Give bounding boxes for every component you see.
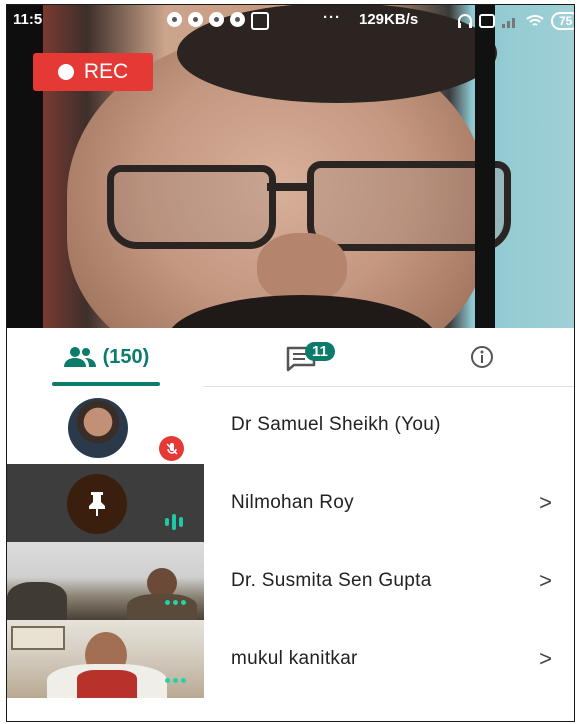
app-window: 11:5 ··· 129KB/s 75 REC (150) 11 Dr Samu…	[6, 4, 575, 722]
tab-people[interactable]: (150)	[52, 328, 160, 386]
app-notification-icon	[251, 12, 269, 30]
battery-icon: 75	[551, 12, 574, 30]
participant-name: Nilmohan Roy	[231, 492, 354, 513]
people-icon	[63, 347, 96, 367]
recording-indicator: REC	[33, 53, 153, 91]
participant-row[interactable]: Dr. Susmita Sen Gupta >	[7, 542, 574, 620]
speaker-nose	[257, 233, 347, 303]
notification-icon	[230, 12, 245, 27]
participant-count: (150)	[102, 345, 150, 368]
sim-icon	[479, 14, 495, 28]
participant-list: Dr Samuel Sheikh (You) Nilmohan Roy > Dr…	[7, 386, 574, 698]
participant-name: Dr Samuel Sheikh (You)	[231, 414, 441, 435]
glasses-left-lens	[107, 165, 276, 249]
participant-video-body	[127, 594, 197, 620]
participant-thumbnail	[7, 464, 204, 542]
notification-icon	[167, 12, 182, 27]
participant-thumbnail	[7, 620, 204, 698]
chat-unread-badge: 11	[305, 342, 335, 361]
notification-icon	[209, 12, 224, 27]
more-icon	[165, 678, 186, 683]
speaker-mustache	[167, 295, 437, 328]
participant-name: mukul kanitkar	[231, 648, 358, 669]
recording-label: REC	[83, 60, 129, 83]
chevron-right-icon[interactable]: >	[539, 568, 552, 594]
chevron-right-icon[interactable]: >	[539, 646, 552, 672]
signal-icon	[502, 18, 515, 28]
wifi-icon	[526, 15, 544, 26]
participant-row[interactable]: Dr Samuel Sheikh (You)	[7, 386, 574, 464]
info-icon	[471, 346, 493, 368]
status-bar: 11:5 ··· 129KB/s 75	[7, 5, 574, 35]
headset-icon	[458, 14, 472, 28]
meeting-tabs: (150) 11	[7, 328, 574, 387]
status-more: ···	[323, 9, 341, 26]
video-edge-right	[475, 5, 495, 328]
participant-thumbnail	[7, 542, 204, 620]
system-icons: 75	[457, 12, 574, 30]
participant-video-audience	[7, 582, 67, 620]
network-speed: 129KB/s	[359, 11, 419, 28]
main-video[interactable]: 11:5 ··· 129KB/s 75 REC	[7, 5, 574, 328]
participant-thumbnail	[7, 386, 204, 464]
notification-icon	[188, 12, 203, 27]
participant-name: Dr. Susmita Sen Gupta	[231, 570, 432, 591]
pin-icon	[67, 474, 127, 534]
participant-row[interactable]: mukul kanitkar >	[7, 620, 574, 698]
record-dot-icon	[57, 64, 74, 80]
status-time: 11:5	[13, 11, 43, 28]
speaking-icon	[165, 514, 183, 530]
chevron-right-icon[interactable]: >	[539, 490, 552, 516]
more-icon	[165, 600, 186, 605]
notification-icons	[167, 12, 269, 30]
glasses-bridge	[267, 183, 311, 191]
avatar	[68, 398, 128, 458]
mic-off-icon	[159, 436, 184, 461]
participant-video-scarf	[77, 670, 137, 698]
tab-chat[interactable]: 11	[257, 328, 347, 386]
participant-row[interactable]: Nilmohan Roy >	[7, 464, 574, 542]
wall-frame	[11, 626, 65, 650]
tab-info[interactable]	[457, 328, 507, 386]
